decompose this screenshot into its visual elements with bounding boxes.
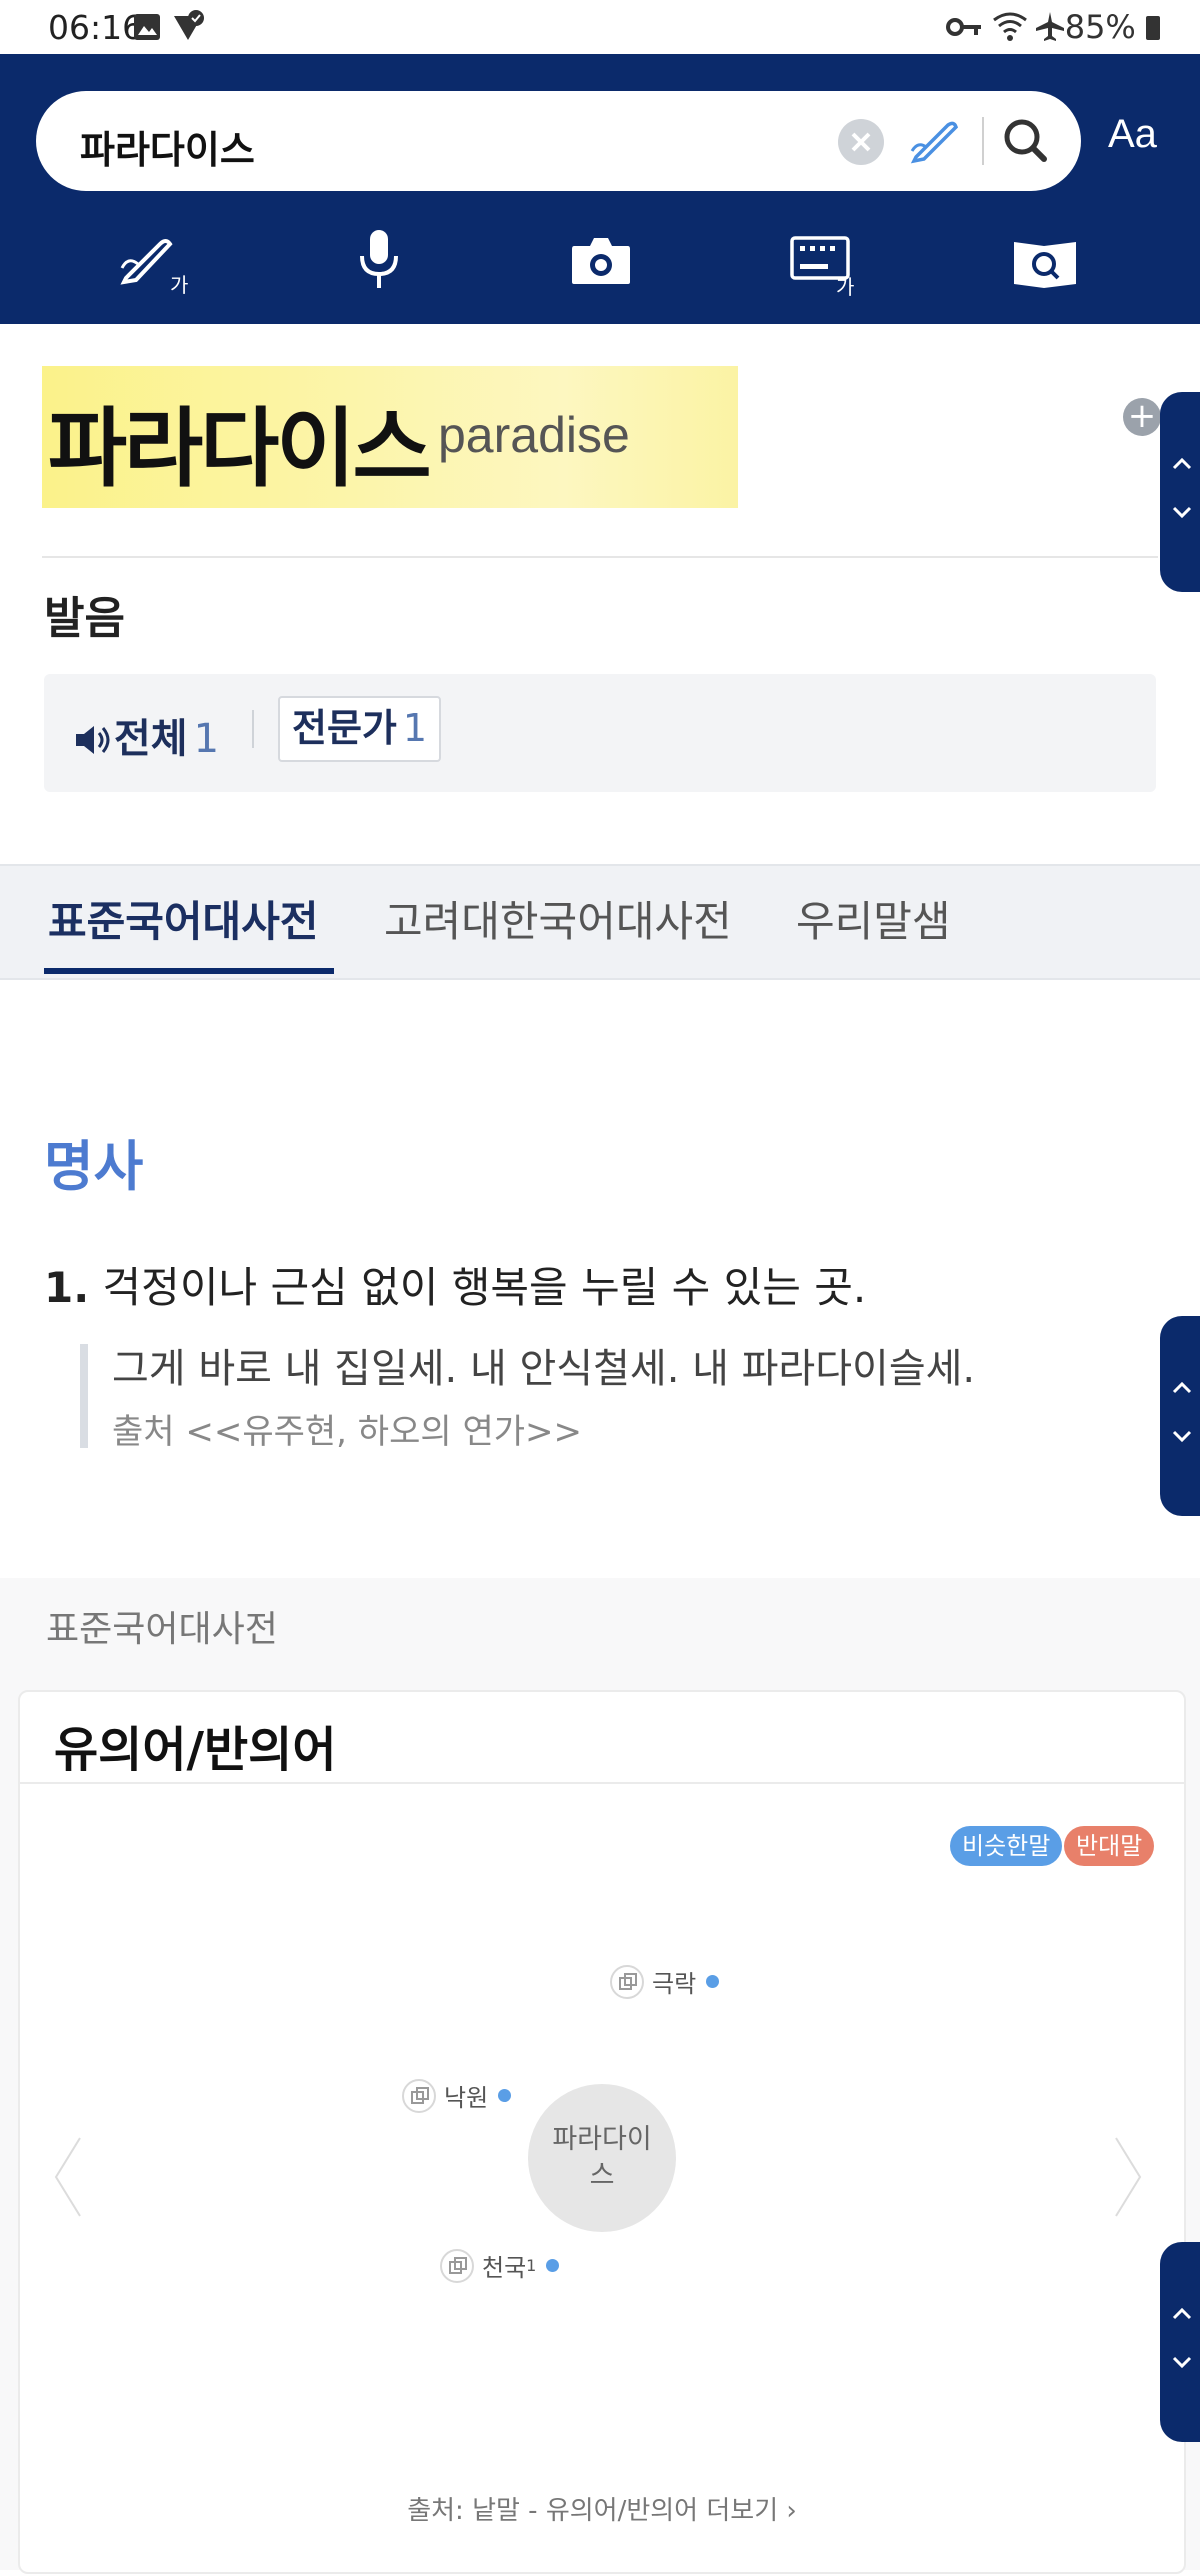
part-of-speech: 명사 bbox=[44, 1135, 144, 1198]
synonym-superscript: 1 bbox=[526, 2256, 537, 2275]
pronunciation-all-count: 1 bbox=[193, 716, 220, 762]
next-arrow-icon[interactable] bbox=[1110, 2132, 1146, 2222]
divider bbox=[20, 1782, 1184, 1784]
definition-text: 걱정이나 근심 없이 행복을 누릴 수 있는 곳. bbox=[102, 1263, 867, 1312]
similar-dot bbox=[546, 2259, 560, 2272]
tab-urimalsaem[interactable]: 우리말샘 bbox=[796, 888, 951, 949]
synonym-node[interactable]: 극락 bbox=[610, 1964, 720, 1999]
keyboard-tool-button[interactable]: 가 bbox=[778, 222, 868, 302]
copy-icon[interactable] bbox=[610, 1964, 644, 1999]
handwriting-input-button[interactable] bbox=[904, 111, 964, 171]
font-size-button[interactable]: Aa bbox=[1108, 112, 1157, 157]
legend-similar: 비슷한말 bbox=[950, 1826, 1063, 1866]
keyboard-icon: 가 bbox=[790, 236, 854, 299]
synonym-source-link[interactable]: 출처: 낱말 - 유의어/반의어 더보기 › bbox=[20, 2490, 1184, 2527]
synonym-label: 극락 bbox=[652, 1970, 697, 1998]
active-tab-indicator bbox=[44, 968, 334, 974]
handwriting-tool-button[interactable]: 가 bbox=[112, 222, 202, 302]
airplane-mode-icon bbox=[1036, 12, 1064, 41]
synonym-label: 천국 bbox=[482, 2254, 527, 2282]
book-search-icon bbox=[1014, 242, 1076, 288]
camera-search-button[interactable] bbox=[556, 222, 646, 302]
svg-text:가: 가 bbox=[170, 273, 188, 297]
pronunciation-all-button[interactable]: 전체 1 bbox=[74, 706, 219, 764]
synonym-node[interactable]: 천국 1 bbox=[440, 2248, 560, 2283]
sense-number: 1. bbox=[44, 1263, 90, 1312]
side-scroll-nav[interactable] bbox=[1160, 2242, 1200, 2442]
search-box[interactable]: 파라다이스 bbox=[36, 91, 1081, 191]
synonym-label: 낙원 bbox=[444, 2084, 489, 2112]
voice-search-button[interactable] bbox=[334, 222, 424, 302]
copy-icon[interactable] bbox=[402, 2078, 436, 2113]
search-icon bbox=[1004, 119, 1047, 162]
example-sentence: 그게 바로 내 집일세. 내 안식철세. 내 파라다이슬세. bbox=[112, 1346, 976, 1392]
chevron-up-down-icon bbox=[1172, 1381, 1192, 1443]
search-button[interactable] bbox=[994, 109, 1058, 173]
pronunciation-expert-count: 1 bbox=[402, 706, 428, 750]
pronunciation-separator bbox=[252, 710, 254, 748]
example-quote-bar bbox=[80, 1344, 88, 1448]
headword: 파라다이스 bbox=[48, 399, 432, 499]
microphone-icon bbox=[360, 230, 398, 288]
app-header: 파라다이스 Aa 가 가 bbox=[0, 54, 1200, 324]
pronunciation-title: 발음 bbox=[44, 593, 125, 644]
similar-dot bbox=[498, 2089, 512, 2102]
status-bar: 06:16 85% bbox=[0, 0, 1200, 54]
chevron-up-down-icon bbox=[1172, 457, 1192, 519]
wifi-icon bbox=[993, 12, 1027, 41]
svg-text:가: 가 bbox=[836, 275, 854, 299]
search-input[interactable]: 파라다이스 bbox=[80, 119, 255, 174]
synonym-title: 유의어/반의어 bbox=[54, 1722, 337, 1778]
vpn-key-icon bbox=[946, 18, 981, 36]
synonym-center-node: 파라다이스 bbox=[528, 2084, 676, 2232]
source-dictionary-label: 표준국어대사전 bbox=[46, 1609, 278, 1650]
divider bbox=[42, 556, 1158, 558]
add-wordbook-button[interactable]: + bbox=[1123, 398, 1161, 436]
previous-arrow-icon[interactable] bbox=[50, 2132, 86, 2222]
tab-standard-dictionary[interactable]: 표준국어대사전 bbox=[48, 888, 318, 949]
speaker-icon bbox=[76, 726, 110, 754]
pronunciation-all-label: 전체 bbox=[114, 716, 188, 762]
synonym-card: 유의어/반의어 비슷한말 반대말 파라다이스 극락 낙원 천국 1 출처: 낱말 … bbox=[18, 1690, 1186, 2574]
battery-icon bbox=[1146, 16, 1160, 40]
tab-korea-univ-dictionary[interactable]: 고려대한국어대사전 bbox=[384, 888, 732, 949]
synonym-node[interactable]: 낙원 bbox=[402, 2078, 512, 2113]
dictionary-tabs: 표준국어대사전 고려대한국어대사전 우리말샘 bbox=[0, 864, 1200, 980]
copy-icon[interactable] bbox=[440, 2248, 474, 2283]
battery-level: 85% bbox=[1065, 8, 1160, 46]
camera-icon bbox=[572, 238, 630, 284]
side-scroll-nav[interactable] bbox=[1160, 392, 1200, 592]
legend-opposite: 반대말 bbox=[1064, 1826, 1155, 1866]
book-search-button[interactable] bbox=[1000, 222, 1090, 302]
side-scroll-nav[interactable] bbox=[1160, 1316, 1200, 1516]
pronunciation-expert-label: 전문가 bbox=[292, 706, 397, 750]
similar-dot bbox=[706, 1975, 720, 1988]
search-separator bbox=[982, 117, 984, 165]
definition: 1. 걱정이나 근심 없이 행복을 누릴 수 있는 곳. bbox=[44, 1254, 866, 1315]
headword-origin: paradise bbox=[438, 407, 630, 463]
handwriting-icon: 가 bbox=[120, 239, 188, 297]
pronunciation-expert-button[interactable]: 전문가 1 bbox=[278, 696, 442, 762]
example-source: 출처 <<유주현, 하오의 연가>> bbox=[112, 1412, 582, 1452]
pen-icon bbox=[910, 121, 959, 164]
close-icon bbox=[851, 132, 871, 152]
chevron-up-down-icon bbox=[1172, 2307, 1192, 2369]
clear-search-button[interactable] bbox=[838, 119, 884, 165]
location-check-icon bbox=[174, 10, 204, 40]
status-time: 06:16 bbox=[48, 8, 144, 47]
gallery-notification-icon bbox=[134, 14, 160, 40]
pronunciation-box: 전체 1 전문가 1 bbox=[44, 674, 1156, 792]
